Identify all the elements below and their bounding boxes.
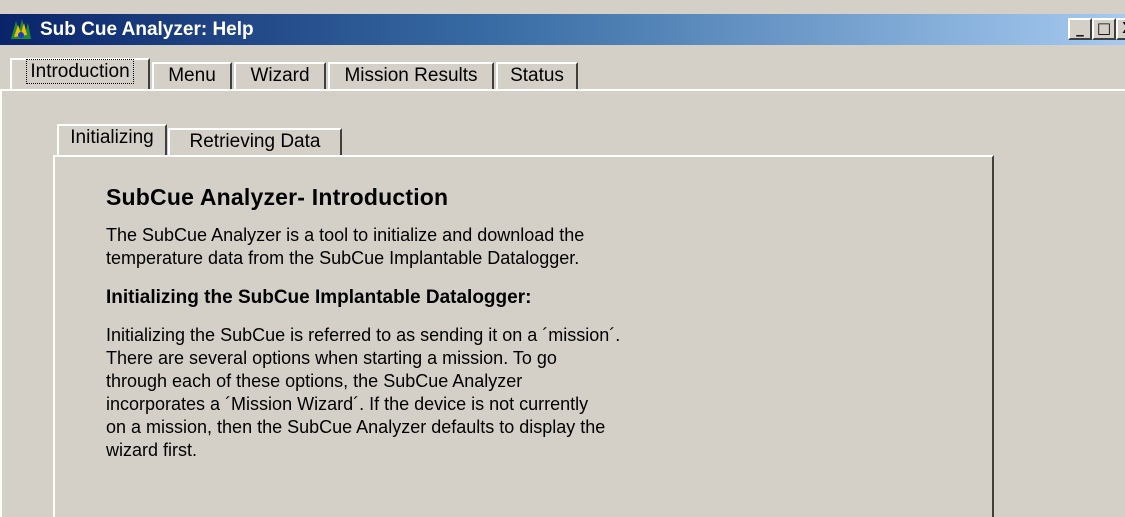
body-line: incorporates a ´Mission Wizard´. If the …	[106, 394, 589, 414]
body-line: There are several options when starting …	[106, 348, 557, 368]
tab-introduction[interactable]: Introduction	[10, 58, 150, 89]
help-content: SubCue Analyzer- Introduction The SubCue…	[106, 182, 726, 462]
tab-label: Retrieving Data	[189, 131, 321, 152]
intro-line: temperature data from the SubCue Implant…	[106, 248, 580, 268]
body-line: on a mission, then the SubCue Analyzer d…	[106, 417, 606, 437]
outer-tab-panel-edge	[0, 89, 1125, 91]
tab-retrieving-data[interactable]: Retrieving Data	[168, 128, 342, 155]
page-title: SubCue Analyzer- Introduction	[106, 184, 449, 210]
intro-line: The SubCue Analyzer is a tool to initial…	[106, 225, 585, 245]
intro-paragraph: The SubCue Analyzer is a tool to initial…	[106, 224, 726, 270]
app-icon	[11, 19, 31, 39]
tab-status[interactable]: Status	[496, 62, 578, 89]
body-line: Initializing the SubCue is referred to a…	[106, 325, 621, 345]
tab-label: Introduction	[26, 59, 134, 84]
title-bar[interactable]: Sub Cue Analyzer: Help _ □ X	[0, 14, 1125, 45]
body-line: through each of these options, the SubCu…	[106, 371, 523, 391]
tab-menu[interactable]: Menu	[152, 62, 232, 89]
minimize-button[interactable]: _	[1068, 18, 1092, 40]
body-paragraph: Initializing the SubCue is referred to a…	[106, 324, 726, 462]
maximize-icon: □	[1096, 19, 1112, 37]
minimize-icon: _	[1076, 19, 1084, 37]
help-window: Sub Cue Analyzer: Help _ □ X Introductio…	[0, 0, 1125, 517]
tab-label: Initializing	[70, 127, 154, 148]
outer-tab-panel-left-edge	[0, 89, 2, 517]
tab-label: Menu	[168, 65, 216, 86]
tab-label: Status	[510, 65, 564, 86]
tab-mission-results[interactable]: Mission Results	[328, 62, 494, 89]
body-line: wizard first.	[106, 440, 198, 460]
window-title: Sub Cue Analyzer: Help	[40, 19, 254, 40]
tab-label: Wizard	[250, 65, 310, 86]
tab-wizard[interactable]: Wizard	[234, 62, 326, 89]
section-heading: Initializing the SubCue Implantable Data…	[106, 287, 532, 308]
close-button[interactable]: X	[1116, 18, 1125, 40]
tab-initializing[interactable]: Initializing	[57, 124, 167, 155]
tab-label: Mission Results	[344, 65, 478, 86]
maximize-button[interactable]: □	[1092, 18, 1116, 40]
